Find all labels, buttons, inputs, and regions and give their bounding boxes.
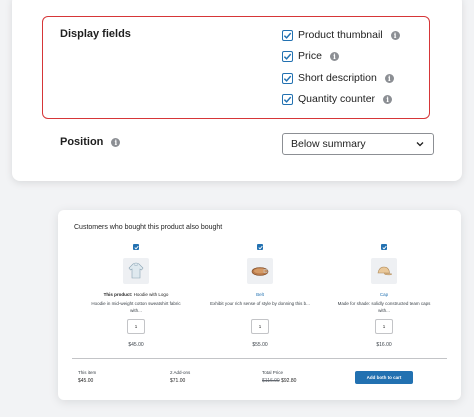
quantity-input[interactable]: 1 (375, 319, 393, 334)
summary-this-item: This item $45.00 (78, 368, 96, 386)
product-title: Cap (380, 292, 388, 297)
hoodie-icon (128, 262, 144, 279)
quantity-input[interactable]: 1 (127, 319, 145, 334)
addons-value: $71.00 (170, 378, 186, 384)
display-fields-label: Display fields (60, 28, 131, 40)
check-icon (283, 53, 292, 60)
product-description: Hoodie in mid-weight cotton sweatshirt f… (91, 300, 180, 314)
belt-icon (251, 267, 269, 276)
preview-heading: Customers who bought this product also b… (74, 224, 223, 231)
chevron-down-icon (416, 142, 424, 147)
product-thumbnail-checkbox[interactable] (282, 29, 293, 41)
quantity-input[interactable]: 1 (251, 319, 269, 334)
info-icon[interactable]: i (111, 137, 121, 147)
preview-card: Customers who bought this product also b… (58, 210, 461, 400)
description-line: Exhibit your rich sense of style by donn… (210, 301, 310, 306)
product-select-checkbox[interactable] (381, 244, 387, 250)
product-thumbnail (371, 258, 397, 284)
product-card-cap: Cap Made for shade: solidly constructed … (324, 244, 444, 348)
summary-total: Total Price $116.00 $92.80 (262, 368, 296, 386)
product-card-hoodie: This product: Hoodie with Logo Hoodie in… (76, 244, 196, 348)
check-icon (257, 245, 263, 249)
check-icon (133, 245, 139, 249)
product-link[interactable]: Belt (256, 292, 264, 297)
description-line: with... (130, 308, 142, 313)
info-icon[interactable]: i (329, 51, 339, 61)
info-icon[interactable]: i (384, 73, 394, 83)
cap-icon (377, 266, 393, 276)
field-price[interactable]: Price i (282, 49, 339, 63)
total-old-price: $116.00 (262, 378, 280, 384)
quantity-counter-checkbox[interactable] (282, 93, 293, 105)
addons-label: 2 Add-ons (170, 370, 191, 375)
check-icon (283, 32, 292, 39)
product-title: Belt (256, 292, 264, 297)
check-icon (283, 75, 292, 82)
check-icon (283, 96, 292, 103)
settings-card: Display fields Product thumbnail i Price… (12, 0, 462, 181)
product-title: This product: Hoodie with Logo (104, 292, 169, 297)
position-select[interactable]: Below summary (282, 133, 434, 155)
product-link[interactable]: Cap (380, 292, 388, 297)
this-item-label: This item (78, 370, 97, 375)
short-description-label: Short description (298, 72, 377, 84)
field-short-description[interactable]: Short description i (282, 71, 394, 85)
quantity-counter-label: Quantity counter (298, 93, 376, 105)
info-icon[interactable]: i (383, 94, 393, 104)
total-new-price: $92.80 (281, 378, 297, 384)
description-line: Hoodie in mid-weight cotton sweatshirt f… (91, 301, 181, 306)
position-label: Position (60, 136, 104, 148)
summary-divider (72, 358, 447, 359)
product-thumbnail-label: Product thumbnail (298, 29, 383, 41)
this-item-value: $45.00 (78, 378, 94, 384)
total-value: $116.00 $92.80 (262, 377, 296, 386)
description-line: with... (378, 308, 390, 313)
summary-addons: 2 Add-ons $71.00 (170, 368, 190, 386)
total-label: Total Price (262, 370, 284, 375)
description-line: Made for shade: solidly constructed team… (337, 301, 431, 306)
position-selected-value: Below summary (291, 138, 366, 150)
this-product-prefix: This product: (103, 292, 133, 297)
price-label: Price (298, 50, 322, 62)
product-description: Made for shade: solidly constructed team… (338, 300, 431, 314)
product-card-belt: Belt Exhibit your rich sense of style by… (200, 244, 320, 348)
product-price: $55.00 (252, 342, 268, 348)
field-quantity-counter[interactable]: Quantity counter i (282, 92, 393, 106)
product-thumbnail (247, 258, 273, 284)
short-description-checkbox[interactable] (282, 72, 293, 84)
product-name: Hoodie with Logo (133, 292, 169, 297)
product-price: $16.00 (376, 342, 392, 348)
product-price: $45.00 (128, 342, 144, 348)
info-icon[interactable]: i (390, 30, 400, 40)
product-select-checkbox[interactable] (133, 244, 139, 250)
product-thumbnail (123, 258, 149, 284)
add-both-to-cart-button[interactable]: Add both to cart (355, 371, 413, 384)
price-checkbox[interactable] (282, 50, 293, 62)
product-select-checkbox[interactable] (257, 244, 263, 250)
check-icon (381, 245, 387, 249)
field-product-thumbnail[interactable]: Product thumbnail i (282, 28, 400, 42)
position-label-row: Position i (60, 136, 121, 148)
product-description: Exhibit your rich sense of style by donn… (210, 300, 310, 314)
